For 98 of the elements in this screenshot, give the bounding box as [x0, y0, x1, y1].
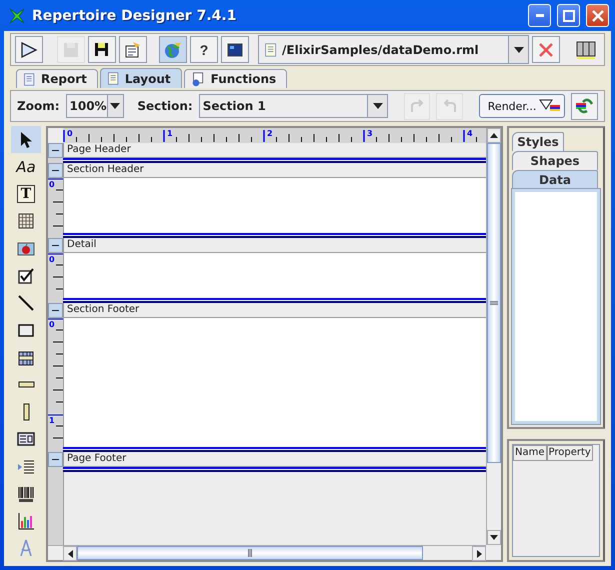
refresh-icon: [574, 97, 595, 115]
section-band: Section Footer: [63, 303, 486, 318]
bar-chart-icon: [17, 512, 35, 530]
panel-tab[interactable]: Shapes: [512, 151, 598, 170]
minimize-button[interactable]: [528, 4, 551, 27]
caret-left-icon: [68, 550, 72, 558]
image-icon: [17, 240, 35, 258]
caret-down-icon: [514, 46, 524, 52]
dropdown-button[interactable]: [508, 36, 528, 63]
close-icon: [538, 42, 554, 58]
section-band: Section Header: [63, 163, 486, 178]
collapse-button[interactable]: −: [48, 452, 63, 467]
minimize-icon: [536, 14, 544, 17]
grip-icon: [248, 549, 252, 557]
help-button[interactable]: ?: [190, 36, 218, 63]
save-as-icon: [93, 40, 111, 58]
text-tool-glyph: T: [16, 185, 36, 204]
caret-right-icon: [476, 550, 482, 558]
screen-button[interactable]: [221, 36, 249, 63]
table-icon: [17, 348, 35, 367]
dropdown-button[interactable]: [367, 95, 388, 117]
render-icon: [538, 99, 560, 113]
document-icon: [264, 42, 278, 58]
file-path-combo[interactable]: /ElixirSamples/dataDemo.rml: [258, 35, 529, 64]
scroll-down-button[interactable]: [487, 530, 501, 545]
maximize-button[interactable]: [557, 4, 580, 27]
collapse-button[interactable]: −: [48, 163, 63, 178]
panel-tab[interactable]: Styles: [512, 132, 564, 151]
tab[interactable]: Functions: [184, 69, 288, 88]
scroll-left-button[interactable]: [63, 546, 77, 561]
tab[interactable]: Layout: [100, 68, 182, 88]
refresh-button[interactable]: [571, 92, 598, 120]
section-band: Page Footer: [63, 452, 486, 467]
close-button[interactable]: [586, 4, 609, 27]
collapse-button[interactable]: −: [48, 238, 63, 253]
palette-tool[interactable]: Aa: [11, 153, 41, 180]
document-icon: [106, 71, 120, 86]
scroll-up-button[interactable]: [487, 128, 501, 143]
form-icon: [17, 430, 35, 448]
ruler-label: 0: [49, 256, 55, 264]
ruler-label: 3: [367, 129, 373, 138]
collapse-button[interactable]: −: [48, 143, 63, 158]
scroll-right-button[interactable]: [472, 546, 486, 561]
ruler-label: 0: [67, 129, 73, 138]
save-as-button[interactable]: [88, 36, 116, 63]
window-title: Repertoire Designer 7.4.1: [32, 8, 238, 24]
grid-icon: [17, 212, 35, 230]
section-label: Section:: [137, 99, 193, 113]
scrollbar-thumb[interactable]: [487, 143, 501, 463]
ruler-label: 1: [167, 129, 173, 138]
caret-up-icon: [490, 133, 498, 138]
ruler-label: 0: [49, 321, 55, 329]
label-tool-glyph: Aa: [16, 158, 36, 176]
caret-down-icon: [372, 103, 383, 109]
render-button[interactable]: Render...: [478, 94, 566, 118]
list-icon: [17, 458, 35, 476]
caret-down-icon: [110, 103, 120, 109]
palette-tool[interactable]: [11, 126, 41, 154]
vertical-ruler: [48, 158, 63, 163]
section-band: Detail: [63, 238, 486, 253]
globe-button[interactable]: [159, 36, 187, 63]
document-icon: [124, 40, 142, 58]
properties-button[interactable]: [119, 36, 147, 63]
grip-icon: [490, 301, 498, 305]
caret-down-icon: [490, 535, 498, 540]
horizontal-band-icon: [18, 381, 34, 388]
line-icon: [17, 294, 35, 312]
vertical-band-icon: [22, 403, 30, 422]
screen-icon: [226, 40, 244, 58]
tab[interactable]: Report: [16, 69, 98, 88]
maximize-icon: [562, 10, 574, 22]
palette-tool[interactable]: T: [11, 180, 41, 208]
check-mark-icon: [17, 266, 35, 285]
panel-tab[interactable]: Data: [512, 170, 598, 189]
collapse-button[interactable]: −: [48, 303, 63, 318]
zoom-combo[interactable]: 100%: [66, 94, 124, 118]
scrollbar-thumb[interactable]: [77, 546, 423, 560]
ruler-label: 1: [49, 417, 55, 425]
columns-icon: [576, 40, 596, 58]
column-header[interactable]: Property: [546, 445, 593, 461]
zoom-label: Zoom:: [17, 99, 60, 113]
section-combo[interactable]: Section 1: [198, 94, 388, 118]
redo-icon: [409, 99, 426, 113]
dropdown-button[interactable]: [106, 95, 122, 117]
ruler-label: 0: [49, 181, 55, 189]
globe-icon: [164, 40, 182, 58]
save-icon: [62, 40, 80, 58]
document-icon: [23, 72, 36, 86]
close-icon: [592, 10, 604, 22]
section-band: Page Header: [63, 143, 486, 158]
run-button[interactable]: [15, 36, 43, 63]
app-logo-icon: [8, 6, 26, 24]
barcode-icon: [17, 484, 35, 503]
undo-icon: [442, 99, 458, 113]
play-icon: [20, 40, 38, 58]
ruler-label: 2: [267, 129, 273, 138]
column-header[interactable]: Name: [513, 445, 547, 461]
ruler-label: 4: [467, 129, 473, 138]
